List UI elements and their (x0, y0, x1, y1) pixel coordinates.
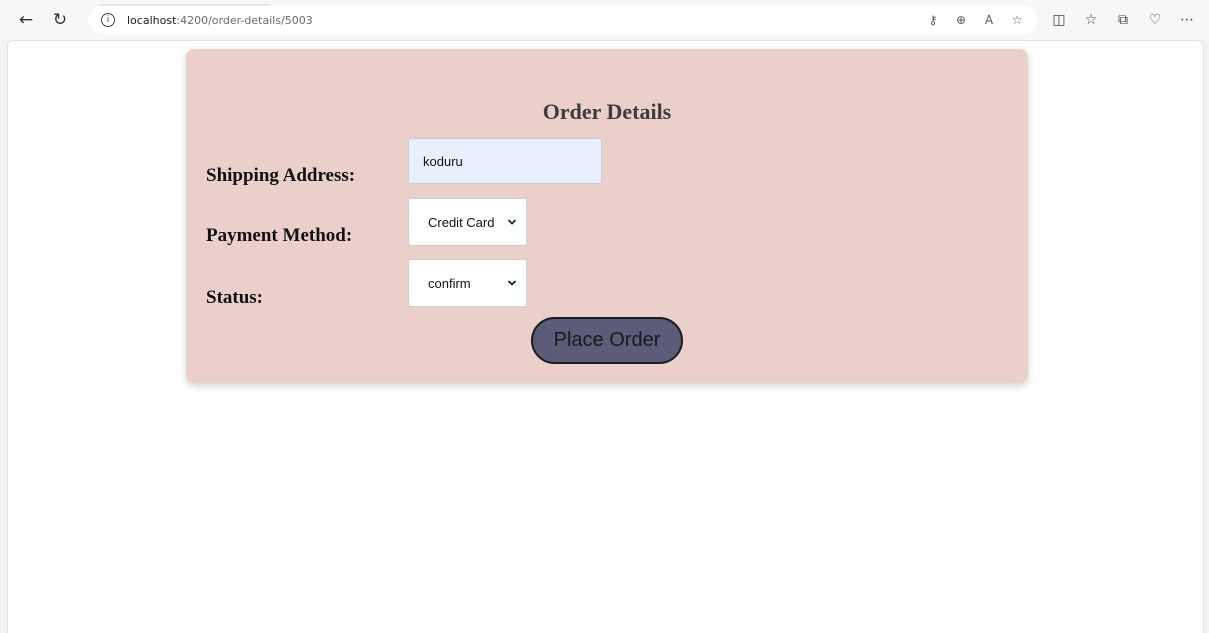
chevron-down-icon (507, 219, 517, 225)
browser-essentials-icon[interactable]: ♡ (1142, 7, 1168, 33)
place-order-button[interactable]: Place Order (531, 317, 683, 364)
page-viewport: Order Details Shipping Address: Payment … (8, 41, 1203, 633)
page-title: Order Details (542, 99, 672, 124)
address-bar[interactable]: i localhost:4200/order-details/5003 ⚷ ⊕ … (88, 6, 1038, 34)
address-bar-actions: ⚷ ⊕ A ☆ (922, 6, 1028, 34)
url-text[interactable]: localhost:4200/order-details/5003 (127, 14, 313, 27)
shipping-address-label: Shipping Address: (206, 165, 356, 186)
browser-right-tools: ◫ ☆ ⧉ ♡ ⋯ (1046, 7, 1200, 33)
url-host: localhost (127, 13, 177, 27)
refresh-icon[interactable]: ↻ (46, 6, 74, 34)
favorites-icon[interactable]: ☆ (1078, 7, 1104, 33)
payment-method-value: Credit Card (428, 214, 495, 230)
split-screen-icon[interactable]: ◫ (1046, 7, 1072, 33)
url-path: :4200/order-details/5003 (176, 13, 313, 27)
read-aloud-icon[interactable]: A (978, 9, 1000, 31)
payment-method-label: Payment Method: (206, 225, 353, 246)
collections-icon[interactable]: ⧉ (1110, 7, 1136, 33)
status-label: Status: (206, 287, 264, 308)
status-select[interactable]: confirm (408, 259, 527, 307)
payment-method-select[interactable]: Credit Card (408, 198, 527, 246)
key-icon[interactable]: ⚷ (922, 9, 944, 31)
favorite-star-icon[interactable]: ☆ (1006, 9, 1028, 31)
shipping-address-input[interactable] (408, 138, 602, 184)
status-value: confirm (428, 275, 471, 291)
browser-toolbar: ← ↻ i localhost:4200/order-details/5003 … (0, 0, 1209, 40)
zoom-in-icon[interactable]: ⊕ (950, 9, 972, 31)
back-arrow-icon[interactable]: ← (12, 6, 40, 34)
info-icon[interactable]: i (101, 13, 115, 27)
chevron-down-icon (507, 280, 517, 286)
order-details-card: Order Details Shipping Address: Payment … (186, 49, 1028, 383)
more-options-icon[interactable]: ⋯ (1174, 7, 1200, 33)
